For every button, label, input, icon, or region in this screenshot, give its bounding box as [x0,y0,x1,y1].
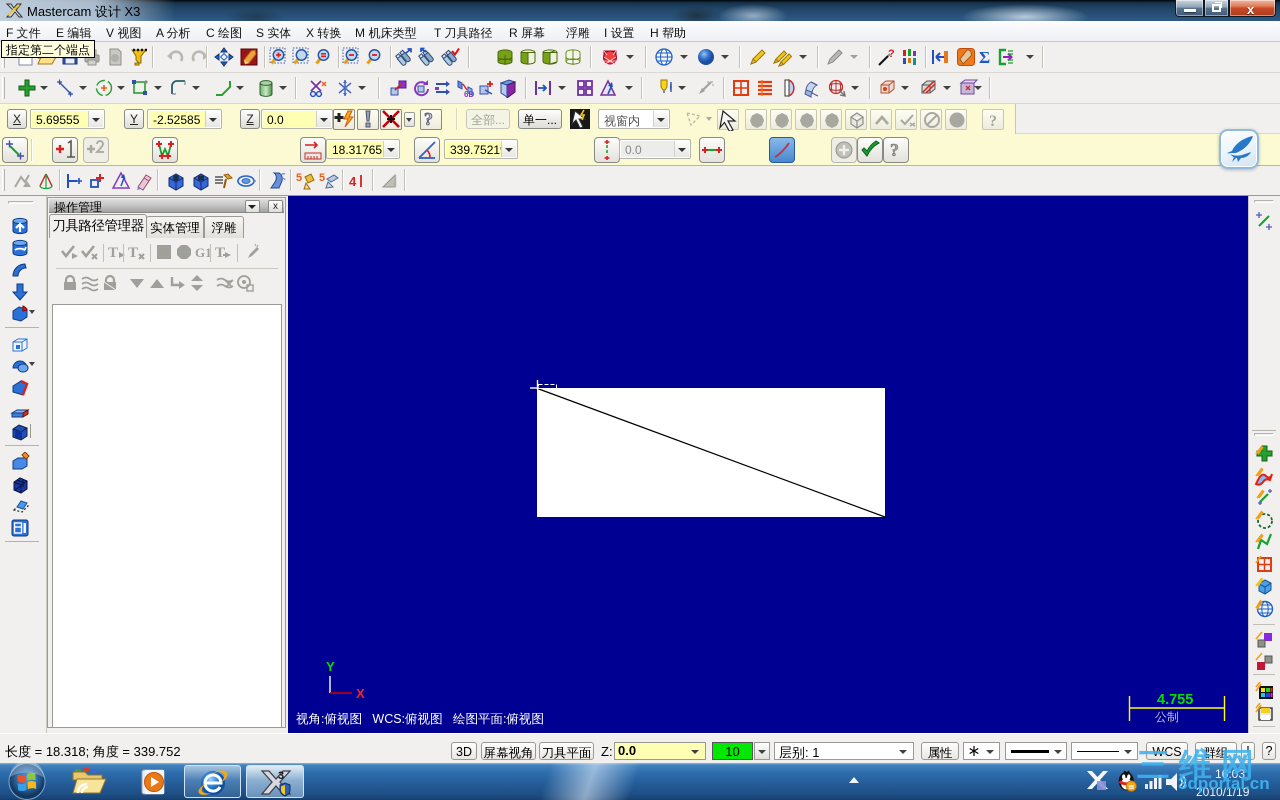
svg-text:X: X [356,686,365,701]
svg-text:T: T [215,245,225,261]
svg-text:?: ? [888,48,895,60]
svg-text:?: ? [424,109,433,129]
svg-text:T: T [128,245,138,261]
svg-text:6D: 6D [464,90,474,98]
svg-text:视角:俯视图 WCS:俯视图 绘图平面:俯视图: 视角:俯视图 WCS:俯视图 绘图平面:俯视图 [296,712,544,726]
svg-text:Y: Y [326,659,335,674]
svg-text:?: ? [989,113,997,130]
svg-text:5: 5 [296,172,302,184]
svg-text:Σ: Σ [979,48,990,67]
svg-text:3: 3 [278,770,284,782]
svg-text:公制: 公制 [1155,710,1179,724]
svg-text:4: 4 [349,174,357,189]
svg-text:5: 5 [319,172,325,184]
svg-text:T: T [108,245,118,261]
svg-text:?: ? [890,140,899,160]
svg-text:4.755: 4.755 [1157,692,1193,708]
